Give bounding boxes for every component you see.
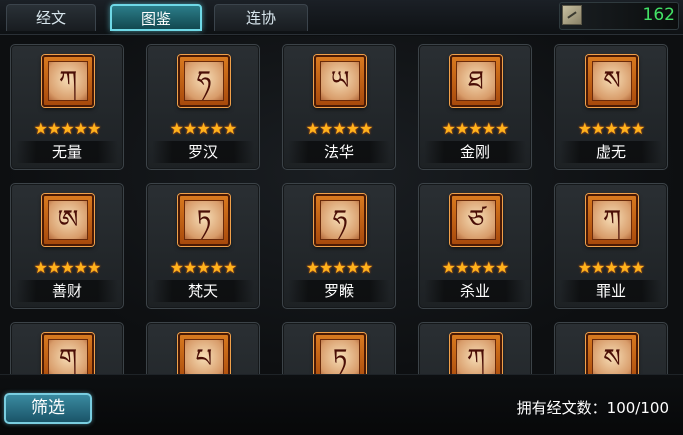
codex-card[interactable]: ཀ	[418, 322, 532, 374]
card-name: 金刚	[424, 141, 526, 163]
top-bar: 经文 图鉴 连协 162	[0, 0, 683, 35]
card-name: 罗汉	[152, 141, 254, 163]
star-rating: ★★★★★	[441, 119, 510, 138]
star-rating: ★★★★★	[169, 258, 238, 277]
star-rating: ★★★★★	[577, 119, 646, 138]
star-rating: ★★★★★	[441, 258, 510, 277]
card-name: 法华	[288, 141, 390, 163]
star-rating: ★★★★★	[169, 119, 238, 138]
sutra-emblem-icon: ཧ	[178, 55, 230, 107]
star-rating: ★★★★★	[33, 258, 102, 277]
codex-card[interactable]: ཏ ★★★★★ 梵天	[146, 183, 260, 309]
codex-card[interactable]: ཡ ★★★★★ 法华	[282, 44, 396, 170]
currency-counter: 162	[559, 2, 679, 30]
card-name: 梵天	[152, 280, 254, 302]
codex-card[interactable]: ཧ ★★★★★ 罗汉	[146, 44, 260, 170]
codex-card[interactable]: ཐ ★★★★★ 金刚	[418, 44, 532, 170]
scroll-icon	[562, 5, 582, 25]
sutra-emblem-icon: ཀ	[42, 55, 94, 107]
tab-scriptures[interactable]: 经文	[6, 4, 96, 31]
sutra-emblem-icon: ཐ	[450, 55, 502, 107]
sutra-emblem-icon: ས	[586, 55, 638, 107]
sutra-emblem-icon: ཀ	[586, 194, 638, 246]
card-name: 罪业	[560, 280, 662, 302]
sutra-emblem-icon: ཡ	[314, 55, 366, 107]
sutra-emblem-icon: ཀ	[450, 333, 502, 374]
filter-button[interactable]: 筛选	[4, 393, 92, 424]
codex-card[interactable]: ཧ ★★★★★ 罗睺	[282, 183, 396, 309]
codex-card[interactable]: པ	[146, 322, 260, 374]
codex-card[interactable]: ས	[554, 322, 668, 374]
codex-grid[interactable]: ཀ ★★★★★ 无量 ཧ ★★★★★ 罗汉 ཡ ★★★★★ 法华 ཐ ★★★★★…	[0, 36, 683, 374]
sutra-emblem-icon: ཏ	[178, 194, 230, 246]
codex-card[interactable]: ཀ ★★★★★ 罪业	[554, 183, 668, 309]
star-rating: ★★★★★	[305, 119, 374, 138]
sutra-emblem-icon: པ	[178, 333, 230, 374]
codex-card[interactable]: ཏ	[282, 322, 396, 374]
tab-combos[interactable]: 连协	[214, 4, 308, 31]
sutra-emblem-icon: ཨ	[42, 194, 94, 246]
card-name: 虚无	[560, 141, 662, 163]
codex-card[interactable]: ཙ ★★★★★ 杀业	[418, 183, 532, 309]
card-name: 罗睺	[288, 280, 390, 302]
owned-count: 拥有经文数：100/100	[516, 399, 669, 417]
card-name: 善财	[16, 280, 118, 302]
star-rating: ★★★★★	[305, 258, 374, 277]
sutra-emblem-icon: ཏ	[314, 333, 366, 374]
star-rating: ★★★★★	[33, 119, 102, 138]
tab-codex[interactable]: 图鉴	[110, 4, 202, 31]
codex-card[interactable]: ས ★★★★★ 虚无	[554, 44, 668, 170]
codex-card[interactable]: ག	[10, 322, 124, 374]
sutra-emblem-icon: ས	[586, 333, 638, 374]
codex-card[interactable]: ཨ ★★★★★ 善财	[10, 183, 124, 309]
sutra-emblem-icon: ག	[42, 333, 94, 374]
sutra-emblem-icon: ཙ	[450, 194, 502, 246]
currency-value: 162	[642, 5, 675, 25]
card-name: 无量	[16, 141, 118, 163]
card-name: 杀业	[424, 280, 526, 302]
bottom-bar: 筛选 拥有经文数：100/100	[0, 374, 683, 435]
sutra-emblem-icon: ཧ	[314, 194, 366, 246]
codex-card[interactable]: ཀ ★★★★★ 无量	[10, 44, 124, 170]
star-rating: ★★★★★	[577, 258, 646, 277]
